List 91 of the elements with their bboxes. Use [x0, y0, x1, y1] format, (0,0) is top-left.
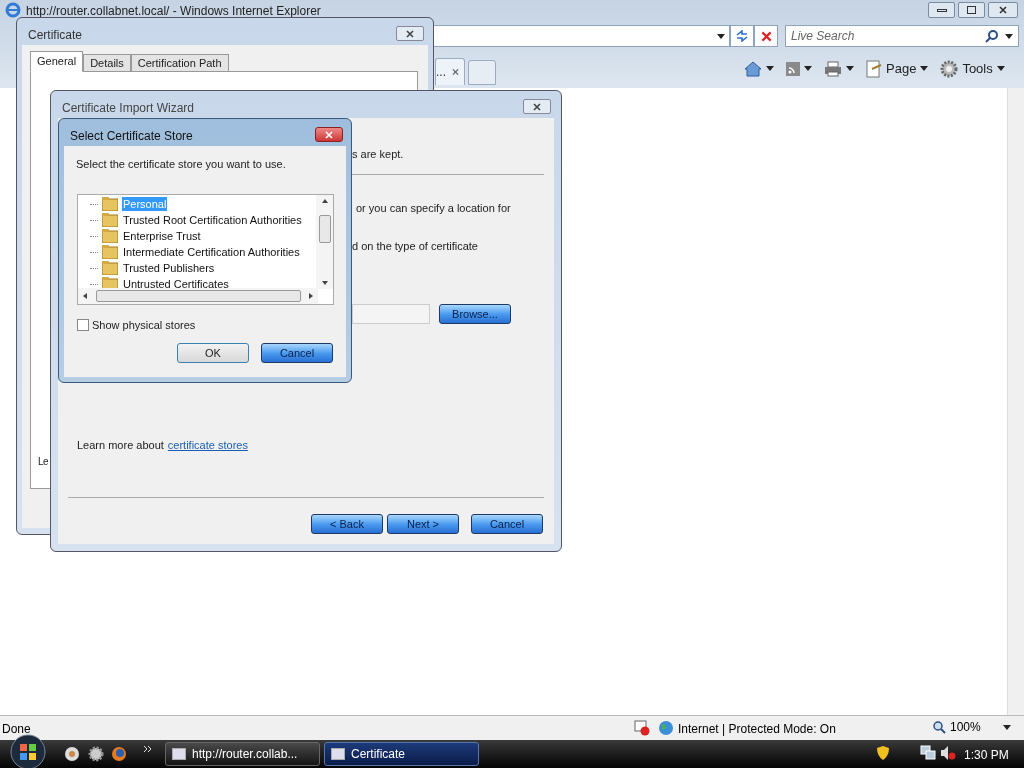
- search-input[interactable]: Live Search: [791, 27, 979, 45]
- magnifier-icon: [932, 720, 946, 734]
- tree-item[interactable]: Untrusted Certificates: [122, 277, 230, 289]
- close-icon: [406, 29, 414, 38]
- folder-icon: [102, 197, 118, 211]
- home-icon[interactable]: [744, 60, 762, 77]
- arrow-icon: [308, 293, 314, 299]
- close-icon: [325, 130, 333, 139]
- zoom-button[interactable]: 100%: [932, 718, 1011, 736]
- toolbar-label[interactable]: Page: [886, 59, 917, 79]
- tree-item[interactable]: Trusted Publishers: [122, 261, 216, 275]
- partial-text: Le: [38, 455, 49, 469]
- tree-item[interactable]: Enterprise Trust: [122, 229, 202, 243]
- wizard-text: s are kept.: [352, 147, 404, 162]
- shield-icon: [876, 745, 890, 761]
- page-icon[interactable]: [866, 59, 882, 78]
- caret-icon[interactable]: [717, 33, 725, 39]
- chevron-icon[interactable]: [144, 746, 152, 752]
- printer-icon[interactable]: [824, 60, 842, 77]
- blocked-icon: [634, 720, 650, 736]
- caret-icon[interactable]: [996, 66, 1005, 72]
- caret-icon[interactable]: [766, 66, 774, 72]
- browser-icon[interactable]: [111, 746, 127, 762]
- close-button[interactable]: [523, 99, 551, 114]
- close-tab-icon: [452, 68, 459, 76]
- search-field[interactable]: Live Search: [785, 25, 1019, 47]
- close-button[interactable]: [315, 127, 343, 142]
- gear-icon[interactable]: [88, 746, 104, 762]
- taskbar-button[interactable]: http://router.collab...: [165, 742, 320, 766]
- arrow-icon: [321, 198, 328, 204]
- ok-button[interactable]: OK: [177, 343, 249, 363]
- cancel-button[interactable]: Cancel: [261, 343, 333, 363]
- close-button[interactable]: [988, 2, 1018, 18]
- scroll-thumb[interactable]: [318, 215, 331, 243]
- vertical-scrollbar[interactable]: [316, 195, 333, 289]
- scroll-thumb[interactable]: [95, 290, 301, 302]
- dialog-title: Certificate: [28, 27, 83, 44]
- dialog-title: Certificate Import Wizard: [62, 100, 195, 117]
- tab-title: ...: [436, 64, 446, 81]
- security-zone: Internet | Protected Mode: On: [678, 721, 836, 738]
- close-icon: [999, 6, 1007, 14]
- wizard-text: d on the type of certificate: [352, 239, 478, 254]
- restore-button[interactable]: [958, 2, 985, 18]
- status-text: Done: [2, 721, 31, 738]
- search-icon[interactable]: [985, 29, 999, 43]
- window-title: http://router.collabnet.local/ - Windows Internet Explorer: [26, 3, 321, 20]
- stop-button[interactable]: [754, 25, 778, 47]
- tree-item[interactable]: Trusted Root Certification Authorities: [122, 213, 303, 227]
- folder-icon: [102, 245, 118, 259]
- dialog-title: Select Certificate Store: [70, 128, 193, 145]
- caret-icon[interactable]: [1002, 724, 1011, 730]
- dialog-tab[interactable]: Details: [83, 54, 131, 72]
- quick-launch-icon[interactable]: [64, 746, 80, 762]
- browse-button[interactable]: Browse...: [439, 304, 511, 324]
- caret-icon[interactable]: [920, 66, 929, 72]
- refresh-icon: [735, 30, 749, 42]
- tree-item[interactable]: Intermediate Certification Authorities: [122, 245, 301, 259]
- help-text: Learn more about: [77, 438, 164, 453]
- caret-icon[interactable]: [804, 66, 812, 72]
- toolbar-label[interactable]: Tools: [962, 59, 993, 79]
- browser-logo-icon: [5, 2, 21, 18]
- globe-icon: [658, 720, 674, 736]
- muted-speaker-icon: [940, 745, 956, 761]
- close-button[interactable]: [396, 26, 424, 41]
- folder-icon: [102, 261, 118, 275]
- start-button[interactable]: [10, 734, 46, 768]
- help-link[interactable]: certificate stores: [167, 437, 248, 454]
- back-button[interactable]: < Back: [311, 514, 383, 534]
- horizontal-scrollbar[interactable]: [78, 288, 318, 304]
- taskbar-button[interactable]: Certificate: [324, 742, 479, 766]
- close-icon: [760, 30, 772, 42]
- clock: 1:30 PM: [964, 747, 1009, 764]
- dialog-tab[interactable]: Certification Path: [130, 54, 229, 72]
- minimize-button[interactable]: [928, 2, 955, 18]
- folder-icon: [102, 229, 118, 243]
- wizard-text: or you can specify a location for: [356, 201, 511, 216]
- cancel-button[interactable]: Cancel: [471, 514, 543, 534]
- store-field[interactable]: [352, 304, 430, 324]
- arrow-icon: [82, 293, 88, 299]
- folder-icon: [102, 213, 118, 227]
- browser-tab[interactable]: ...: [435, 58, 465, 85]
- caret-icon[interactable]: [846, 66, 854, 72]
- checkbox-label[interactable]: Show physical stores: [92, 317, 196, 334]
- dialog-tab[interactable]: General: [30, 51, 84, 72]
- close-icon: [533, 102, 541, 111]
- prompt-text: Select the certificate store you want to use.: [76, 157, 286, 172]
- checkbox[interactable]: [77, 319, 89, 332]
- refresh-button[interactable]: [730, 25, 754, 47]
- caret-icon[interactable]: [1005, 33, 1013, 39]
- next-button[interactable]: Next >: [387, 514, 459, 534]
- network-icon: [920, 745, 936, 761]
